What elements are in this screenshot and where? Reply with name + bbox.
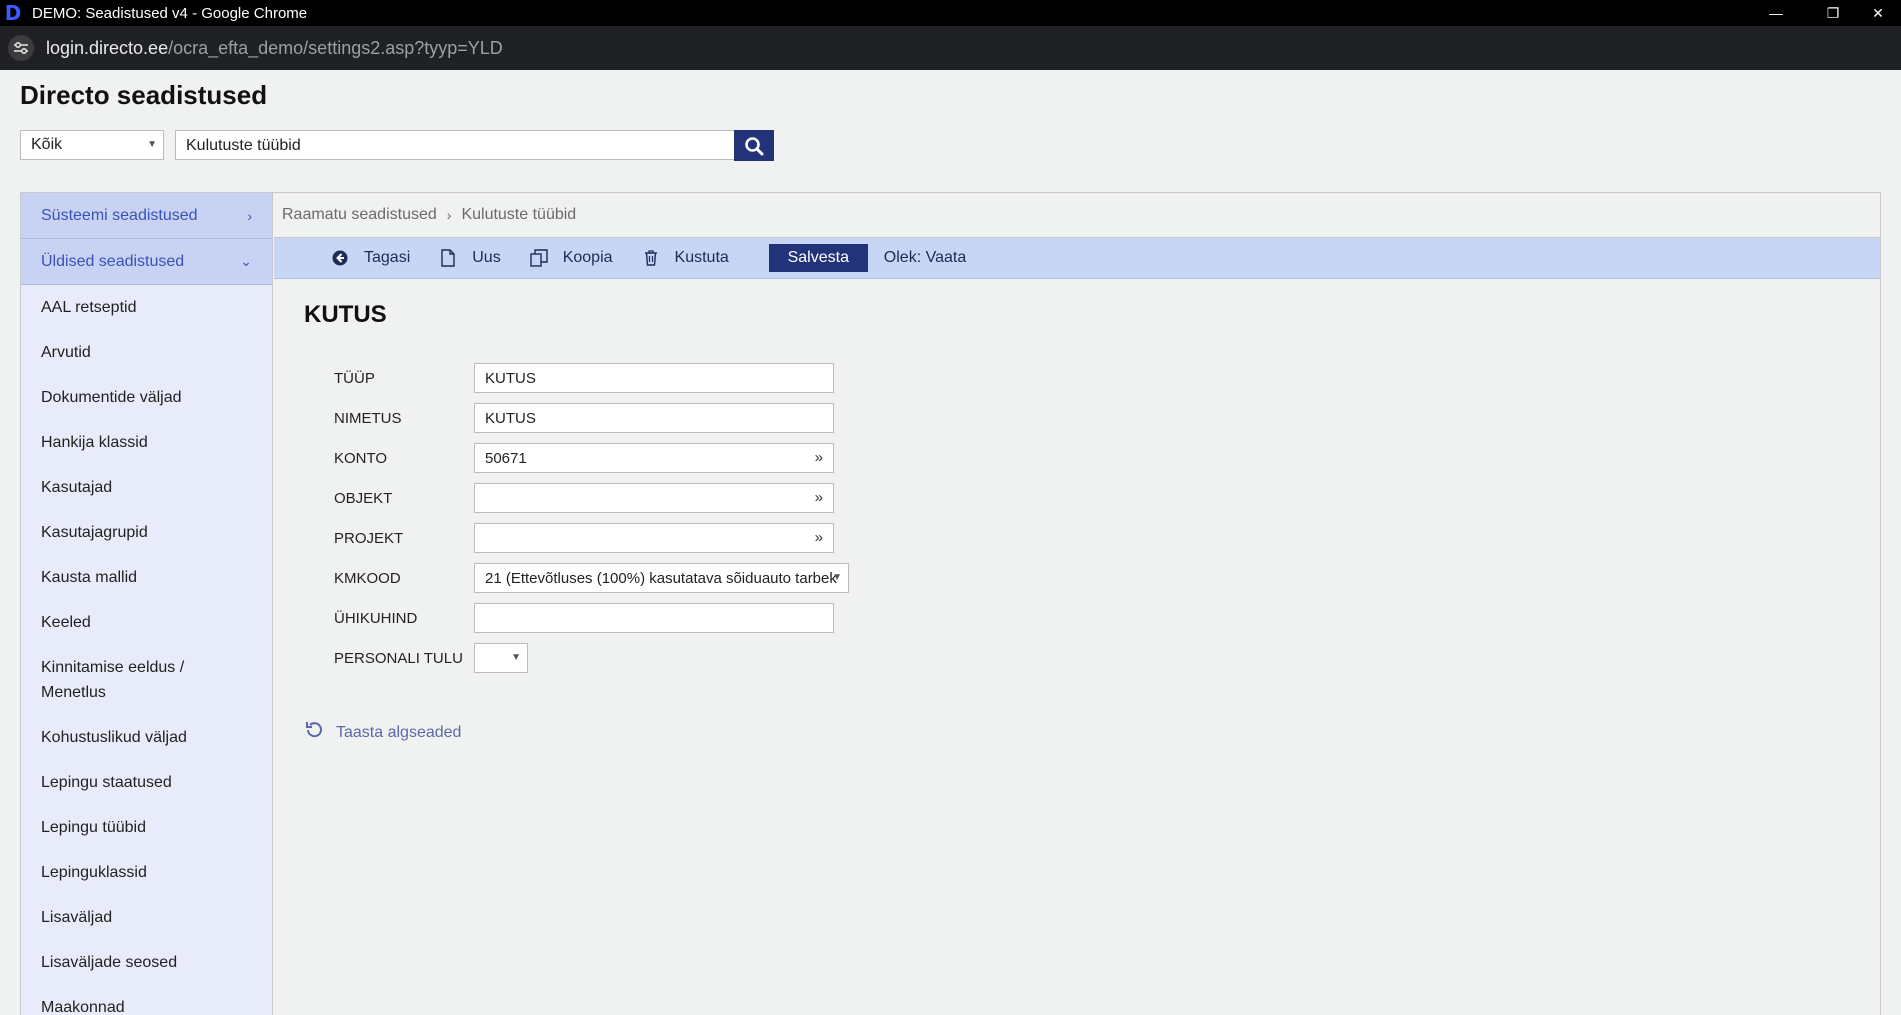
double-chevron-right-icon[interactable]: »: [815, 529, 823, 546]
form-row-nimetus: NIMETUS KUTUS: [334, 403, 834, 433]
sidebar-item-kasutajagrupid[interactable]: Kasutajagrupid: [21, 510, 272, 555]
field-label: KMKOOD: [334, 569, 401, 587]
reset-defaults-link[interactable]: Taasta algseaded: [304, 720, 461, 746]
double-chevron-right-icon[interactable]: »: [815, 449, 823, 466]
url-text[interactable]: login.directo.ee/ocra_efta_demo/settings…: [46, 38, 503, 59]
url-host: login.directo.ee: [46, 37, 169, 58]
field-label: KONTO: [334, 449, 388, 467]
field-label: OBJEKT: [334, 489, 393, 507]
site-settings-icon[interactable]: [8, 35, 34, 61]
chevron-right-icon: ›: [446, 207, 452, 223]
sidebar-item-aal-retseptid[interactable]: AAL retseptid: [21, 285, 272, 330]
status-text: Olek: Vaata: [883, 249, 967, 266]
chevron-down-icon: ⌄: [240, 253, 252, 269]
close-window-button[interactable]: ✕: [1855, 0, 1901, 26]
sidebar-item-lepingu-staatused[interactable]: Lepingu staatused: [21, 760, 272, 805]
konto-value: 50671: [485, 450, 527, 467]
copy-label: Koopia: [562, 249, 613, 266]
sidebar-item-dokumentide-valjad[interactable]: Dokumentide väljad: [21, 375, 272, 420]
back-button[interactable]: Tagasi: [330, 248, 410, 268]
directo-logo-icon: D: [4, 1, 22, 25]
document-icon: [438, 248, 458, 268]
delete-label: Kustuta: [674, 249, 729, 266]
address-bar[interactable]: login.directo.ee/ocra_efta_demo/settings…: [0, 26, 1901, 70]
sidebar-item-lisavaljade-seosed[interactable]: Lisaväljade seosed: [21, 940, 272, 985]
breadcrumb: Raamatu seadistused › Kulutuste tüübid: [274, 193, 1880, 238]
sidebar-item-hankija-klassid[interactable]: Hankija klassid: [21, 420, 272, 465]
form-row-konto: KONTO 50671 »: [334, 443, 834, 473]
breadcrumb-parent[interactable]: Raamatu seadistused: [282, 206, 437, 224]
projekt-input[interactable]: »: [474, 523, 834, 553]
objekt-input[interactable]: »: [474, 483, 834, 513]
form-row-projekt: PROJEKT »: [334, 523, 834, 553]
kmkood-select[interactable]: 21 (Ettevõtluses (100%) kasutatava sõidu…: [474, 563, 849, 593]
dropdown-arrow-icon: ▼: [832, 572, 842, 583]
sidebar-item-kohustuslikud-valjad[interactable]: Kohustuslikud väljad: [21, 715, 272, 760]
sidebar-item-kausta-mallid[interactable]: Kausta mallid: [21, 555, 272, 600]
konto-input[interactable]: 50671 »: [474, 443, 834, 473]
arrow-left-circle-icon: [330, 248, 350, 268]
dropdown-arrow-icon: ▼: [147, 139, 157, 150]
search-input[interactable]: Kulutuste tüübid: [175, 130, 735, 160]
field-label: PERSONALI TULU: [334, 649, 463, 667]
sidebar-section-system[interactable]: Süsteemi seadistused ›: [21, 193, 272, 239]
field-label: NIMETUS: [334, 409, 402, 427]
scope-select[interactable]: Kõik ▼: [20, 130, 164, 160]
browser-titlebar: D DEMO: Seadistused v4 - Google Chrome —…: [0, 0, 1901, 26]
restore-button[interactable]: ❐: [1810, 0, 1856, 26]
undo-icon: [304, 720, 324, 746]
window-title: DEMO: Seadistused v4 - Google Chrome: [32, 4, 308, 22]
form-row-personali-tulu: PERSONALI TULU ▼: [334, 643, 528, 673]
dropdown-arrow-icon: ▼: [511, 652, 521, 663]
form-row-yhikuhind: ÜHIKUHIND: [334, 603, 834, 633]
sidebar-section-label: Süsteemi seadistused: [41, 206, 198, 224]
nimetus-input[interactable]: KUTUS: [474, 403, 834, 433]
search-icon: [745, 136, 764, 155]
sidebar-item-lisavaljad[interactable]: Lisaväljad: [21, 895, 272, 940]
scope-select-value: Kõik: [31, 136, 63, 153]
back-label: Tagasi: [364, 249, 411, 266]
sidebar-item-kasutajad[interactable]: Kasutajad: [21, 465, 272, 510]
minimize-button[interactable]: —: [1753, 0, 1799, 26]
record-toolbar: Tagasi Uus Koopia Kustuta Salvesta Olek:…: [274, 238, 1880, 279]
kmkood-value: 21 (Ettevõtluses (100%) kasutatava sõidu…: [485, 570, 837, 587]
sidebar: Süsteemi seadistused › Üldised seadistus…: [20, 192, 273, 1015]
sidebar-item-arvutid[interactable]: Arvutid: [21, 330, 272, 375]
chevron-right-icon: ›: [247, 207, 252, 224]
sidebar-section-label: Üldised seadistused: [41, 252, 185, 270]
tyyp-input[interactable]: KUTUS: [474, 363, 834, 393]
yhikuhind-input[interactable]: [474, 603, 834, 633]
sidebar-item-keeled[interactable]: Keeled: [21, 600, 272, 645]
sidebar-item-lepingu-tyybid[interactable]: Lepingu tüübid: [21, 805, 272, 850]
search-button[interactable]: [734, 130, 774, 161]
trash-icon: [641, 248, 661, 268]
double-chevron-right-icon[interactable]: »: [815, 489, 823, 506]
save-button[interactable]: Salvesta: [768, 244, 868, 272]
form-row-kmkood: KMKOOD 21 (Ettevõtluses (100%) kasutatav…: [334, 563, 849, 593]
field-label: PROJEKT: [334, 529, 404, 547]
breadcrumb-current: Kulutuste tüübid: [461, 206, 577, 223]
personali-tulu-select[interactable]: ▼: [474, 643, 528, 673]
delete-button[interactable]: Kustuta: [641, 248, 729, 268]
reset-defaults-label: Taasta algseaded: [336, 724, 462, 741]
form-row-objekt: OBJEKT »: [334, 483, 834, 513]
sidebar-item-lepinguklassid[interactable]: Lepinguklassid: [21, 850, 272, 895]
sidebar-section-general[interactable]: Üldised seadistused ⌄: [21, 239, 272, 285]
new-label: Uus: [472, 249, 501, 266]
record-title: KUTUS: [304, 301, 387, 328]
copy-icon: [529, 248, 549, 268]
sidebar-item-maakonnad[interactable]: Maakonnad: [21, 985, 272, 1015]
new-button[interactable]: Uus: [438, 248, 501, 268]
field-label: TÜÜP: [334, 369, 375, 387]
field-label: ÜHIKUHIND: [334, 609, 418, 627]
record-content: KUTUS TÜÜP KUTUS NIMETUS KUTUS KONTO 506…: [274, 279, 1880, 1015]
copy-button[interactable]: Koopia: [529, 248, 613, 268]
url-path: /ocra_efta_demo/settings2.asp?tyyp=YLD: [168, 37, 503, 58]
form-row-tyyp: TÜÜP KUTUS: [334, 363, 834, 393]
page-title: Directo seadistused: [20, 80, 268, 110]
sidebar-item-kinnitamise-eeldus[interactable]: Kinnitamise eeldus / Menetlus: [21, 645, 272, 715]
